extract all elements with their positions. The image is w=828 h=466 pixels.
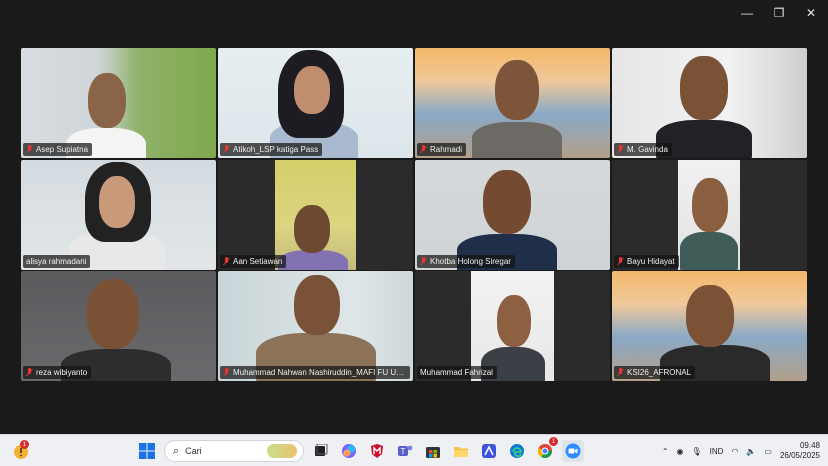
video-tile[interactable]: Asep Supiatna	[21, 48, 216, 158]
mcafee-button[interactable]	[366, 440, 388, 462]
svg-text:T: T	[401, 447, 406, 456]
store-button[interactable]	[422, 440, 444, 462]
language-indicator[interactable]: IND	[710, 447, 724, 456]
camera-status-icon[interactable]: ◉	[677, 447, 684, 456]
task-view-button[interactable]	[310, 440, 332, 462]
taskbar-apps: ⌕ Cari T 1	[136, 437, 584, 462]
copilot-button[interactable]	[338, 440, 360, 462]
wifi-icon[interactable]: ◠	[731, 447, 738, 456]
video-tile[interactable]: Khotba Holong Siregar	[415, 159, 610, 270]
stream-button[interactable]	[478, 440, 500, 462]
window-controls: — ❐ ✕	[740, 6, 818, 20]
video-tile[interactable]: Muhammad Nahwan Nashiruddin_MAFI FU UIN.…	[218, 271, 413, 381]
participant-name: Muhammad Fahrizal	[417, 366, 497, 379]
copilot-icon	[342, 444, 356, 458]
video-tile[interactable]: Aan Setiawan	[218, 159, 413, 270]
participant-name: Atikoh_LSP katiga Pass	[220, 143, 323, 156]
task-view-icon	[315, 444, 328, 456]
participant-name: Bayu Hidayat	[614, 254, 679, 268]
battery-icon[interactable]: ▭	[764, 447, 772, 456]
participant-name: reza wibiyanto	[23, 366, 92, 379]
zoom-meeting-window: — ❐ ✕ Asep Supiatna Atikoh_LSP katiga Pa…	[0, 0, 828, 434]
participant-name: M. Gavinda	[614, 143, 672, 156]
gallery-view: Asep Supiatna Atikoh_LSP katiga Pass Rah…	[21, 48, 808, 381]
mic-muted-icon	[617, 256, 624, 266]
chrome-badge: 1	[549, 437, 558, 446]
video-tile[interactable]: alisya rahmadani	[21, 159, 216, 270]
windows-logo-icon	[139, 443, 155, 459]
participant-name: Muhammad Nahwan Nashiruddin_MAFI FU UIN.…	[220, 366, 410, 379]
mic-muted-icon	[420, 256, 427, 266]
stream-icon	[482, 444, 496, 458]
file-explorer-button[interactable]	[450, 440, 472, 462]
video-tile[interactable]: KSI26_AFRONAL	[612, 271, 807, 381]
edge-icon	[510, 444, 524, 458]
system-tray: ⌃ ◉ 🎙 IND ◠ 🔈 ▭ 09.48 26/05/2025	[662, 440, 820, 462]
search-placeholder: Cari	[185, 446, 202, 456]
minimize-button[interactable]: —	[740, 6, 754, 20]
video-tile-active-speaker[interactable]: Atikoh_LSP katiga Pass	[218, 48, 413, 158]
zoom-icon	[565, 443, 581, 459]
mic-muted-icon	[223, 368, 230, 377]
restore-button[interactable]: ❐	[772, 6, 786, 20]
search-icon: ⌕	[173, 444, 180, 457]
video-tile[interactable]: Muhammad Fahrizal	[415, 271, 610, 381]
clock-date: 26/05/2025	[779, 451, 820, 460]
microphone-icon[interactable]: 🎙	[692, 447, 702, 456]
teams-button[interactable]: T	[394, 440, 416, 462]
taskbar-search[interactable]: ⌕ Cari	[164, 440, 304, 462]
mic-muted-icon	[223, 145, 230, 154]
folder-icon	[454, 447, 468, 457]
volume-icon[interactable]: 🔈	[746, 447, 756, 456]
search-highlight-image	[267, 444, 297, 458]
participant-name: Khotba Holong Siregar	[417, 254, 515, 268]
mic-muted-icon	[26, 145, 33, 154]
mcafee-shield-icon	[371, 444, 383, 458]
participant-name: KSI26_AFRONAL	[614, 366, 696, 379]
notification-badge: 1	[20, 440, 29, 449]
store-icon	[426, 447, 440, 458]
edge-button[interactable]	[506, 440, 528, 462]
mic-muted-icon	[617, 368, 624, 377]
windows-taskbar: 1 ⌕ Cari T 1 ⌃ ◉ 🎙 IND ◠ 🔈 ▭ 09.48 26/05…	[0, 434, 828, 466]
mic-muted-icon	[617, 145, 624, 154]
close-button[interactable]: ✕	[804, 6, 818, 20]
mic-muted-icon	[420, 145, 427, 154]
video-tile[interactable]: reza wibiyanto	[21, 271, 216, 381]
mic-muted-icon	[26, 368, 33, 377]
video-tile[interactable]: M. Gavinda	[612, 48, 807, 158]
clock[interactable]: 09.48 26/05/2025	[780, 441, 820, 461]
mic-muted-icon	[223, 256, 230, 266]
participant-name: Asep Supiatna	[23, 143, 93, 156]
windows-start-button[interactable]	[136, 440, 158, 462]
participant-name: alisya rahmadani	[23, 254, 91, 268]
video-tile[interactable]: Bayu Hidayat	[612, 159, 807, 270]
chevron-up-icon[interactable]: ⌃	[662, 447, 669, 456]
chrome-button[interactable]: 1	[534, 437, 558, 462]
video-tile[interactable]: Rahmadi	[415, 48, 610, 158]
clock-time: 09.48	[799, 441, 820, 450]
teams-icon: T	[398, 445, 413, 456]
participant-name: Rahmadi	[417, 143, 467, 156]
participant-name: Aan Setiawan	[220, 254, 287, 268]
zoom-button[interactable]	[562, 440, 584, 462]
